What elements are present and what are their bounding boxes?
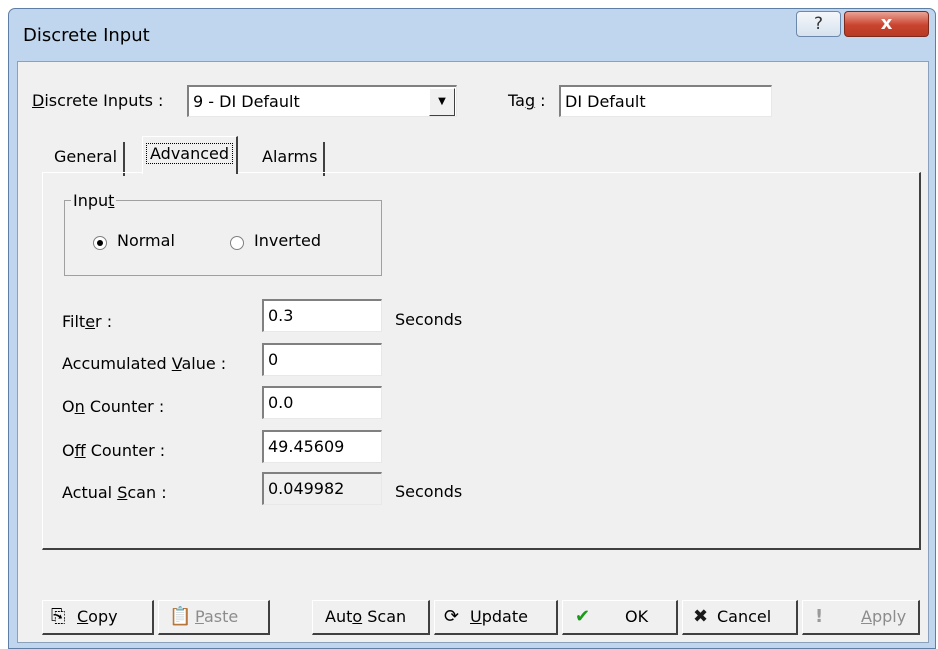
tab-alarms[interactable]: Alarms <box>256 142 326 176</box>
dialog-client-area: Discrete Inputs : 9 - DI Default ▼ Tag :… <box>17 61 929 643</box>
close-button[interactable]: x <box>844 11 929 37</box>
paste-button[interactable]: 📋 Paste <box>158 600 270 635</box>
on-counter-input[interactable]: 0.0 <box>262 386 382 419</box>
dropdown-arrow-icon[interactable]: ▼ <box>429 88 455 116</box>
tab-advanced[interactable]: Advanced <box>142 136 239 174</box>
normal-radio-label[interactable]: Normal <box>117 231 175 250</box>
input-groupbox: Input Normal Inverted <box>64 191 382 276</box>
x-icon: ✖ <box>693 606 709 627</box>
paste-button-label: Paste <box>195 607 239 626</box>
exclamation-icon: ! <box>815 606 824 627</box>
cancel-button-label: Cancel <box>717 607 772 626</box>
apply-button[interactable]: ! Apply <box>802 600 920 635</box>
filter-label: Filter : <box>62 312 113 331</box>
copy-button-label: Copy <box>77 607 118 626</box>
input-group-title: Input <box>71 191 117 210</box>
accumulated-value-label: Accumulated Value : <box>62 354 227 373</box>
tag-input[interactable]: DI Default <box>559 85 772 117</box>
title-bar[interactable]: Discrete Input ? x <box>9 9 935 61</box>
discrete-inputs-dropdown[interactable]: 9 - DI Default ▼ <box>187 85 457 117</box>
help-button[interactable]: ? <box>796 11 841 37</box>
cancel-button[interactable]: ✖ Cancel <box>682 600 798 635</box>
tag-label: Tag : <box>508 91 546 110</box>
window-title: Discrete Input <box>23 25 150 46</box>
normal-radio[interactable] <box>93 236 107 250</box>
update-button[interactable]: ⟳ Update <box>434 600 558 635</box>
copy-icon: ⎘ <box>51 606 66 627</box>
off-counter-label: Off Counter : <box>62 441 166 460</box>
filter-input[interactable]: 0.3 <box>262 299 382 332</box>
filter-unit: Seconds <box>395 310 463 329</box>
tab-advanced-label: Advanced <box>146 143 234 164</box>
tab-general[interactable]: General <box>48 142 126 176</box>
actual-scan-unit: Seconds <box>395 482 463 501</box>
inverted-radio[interactable] <box>230 236 244 250</box>
paste-icon: 📋 <box>169 606 192 627</box>
apply-button-label: Apply <box>861 607 907 626</box>
ok-button[interactable]: ✔ OK <box>562 600 678 635</box>
discrete-inputs-value: 9 - DI Default <box>193 92 300 111</box>
auto-scan-button[interactable]: Auto Scan <box>312 600 430 635</box>
update-button-label: Update <box>470 607 528 626</box>
inverted-radio-label[interactable]: Inverted <box>254 231 321 250</box>
close-icon: x <box>880 13 893 34</box>
dialog-window: Discrete Input ? x Discrete Inputs : 9 -… <box>8 8 936 649</box>
actual-scan-label: Actual Scan : <box>62 483 167 502</box>
checkmark-icon: ✔ <box>575 606 591 627</box>
off-counter-input[interactable]: 49.45609 <box>262 430 382 463</box>
ok-button-label: OK <box>625 607 649 626</box>
copy-button[interactable]: ⎘ Copy <box>42 600 154 635</box>
accumulated-value-input[interactable]: 0 <box>262 343 382 376</box>
discrete-inputs-label: Discrete Inputs : <box>32 91 164 110</box>
auto-scan-button-label: Auto Scan <box>325 607 407 626</box>
actual-scan-value: 0.049982 <box>262 472 382 505</box>
on-counter-label: On Counter : <box>62 397 165 416</box>
refresh-icon: ⟳ <box>444 606 460 627</box>
